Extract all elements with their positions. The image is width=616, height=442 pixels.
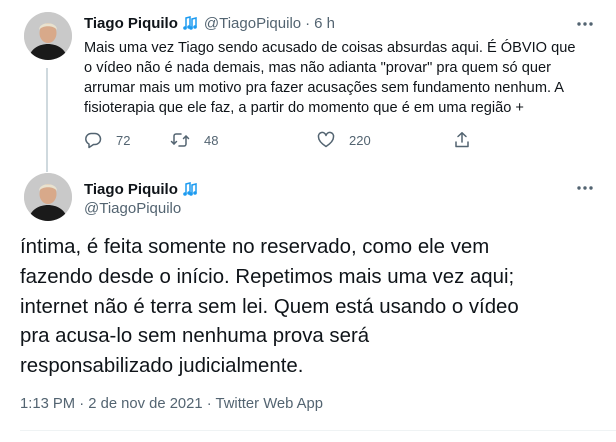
reply-button[interactable]: 72 [84, 131, 170, 149]
author-handle[interactable]: @TiagoPiquilo [84, 200, 181, 217]
reply-bubble-icon [85, 132, 102, 149]
tweet-time[interactable]: 6 h [314, 15, 335, 32]
tweet-timestamp-source[interactable]: 1:13 PM · 2 de nov de 2021 · Twitter Web… [20, 396, 323, 412]
tweet-text-line: arrumar mais um motivo pra fazer acusaçõ… [84, 80, 565, 96]
reply-count: 72 [116, 132, 131, 148]
tweet-text-line: responsabilizado judicialmente. [20, 355, 304, 378]
tweet-text-line: Mais uma vez Tiago sendo acusado de cois… [84, 40, 576, 56]
music-notes-icon [182, 180, 200, 198]
share-button[interactable] [453, 131, 471, 149]
more-horizontal-icon[interactable] [574, 178, 596, 198]
author-name[interactable]: Tiago Piquilo [84, 15, 178, 32]
tweet-text: Mais uma vez Tiago sendo acusado de cois… [84, 38, 599, 118]
tweet-text-line: internet não é terra sem lei. Quem está … [20, 295, 519, 318]
divider [20, 430, 616, 431]
retweet-button[interactable]: 48 [170, 131, 317, 149]
tweet-text-line: fazendo desde o início. Repetimos mais u… [20, 265, 515, 288]
tweet-first[interactable]: Tiago Piquilo @TiagoPiquilo · 6 h Mais u… [0, 0, 616, 172]
tweet-text: íntima, é feita somente no reservado, co… [20, 233, 605, 382]
tweet-text-line: o vídeo não é nada demais, mas não adian… [84, 60, 551, 76]
tweet-header: Tiago Piquilo [84, 180, 204, 198]
author-name[interactable]: Tiago Piquilo [84, 181, 178, 198]
tweet-actions: 72 48 220 [84, 130, 514, 150]
music-notes-icon [182, 14, 200, 32]
share-icon [455, 132, 469, 148]
tweet-text-line: pra acusa-lo sem nenhuma prova será [20, 325, 370, 348]
tweet-text-line: íntima, é feita somente no reservado, co… [20, 236, 490, 258]
avatar[interactable] [24, 12, 72, 60]
tweet-header: Tiago Piquilo @TiagoPiquilo · 6 h [84, 13, 335, 33]
retweet-count: 48 [204, 132, 219, 148]
thread-connector-line [46, 68, 48, 172]
author-handle[interactable]: @TiagoPiquilo [204, 15, 301, 32]
like-count: 220 [349, 132, 371, 148]
like-button[interactable]: 220 [317, 131, 453, 149]
more-horizontal-icon[interactable] [574, 14, 596, 34]
retweet-icon [170, 133, 190, 147]
tweet-text-line: fisioterapia que ele faz, a partir do mo… [84, 100, 524, 116]
avatar[interactable] [24, 173, 72, 221]
separator-dot: · [305, 14, 311, 32]
heart-icon [317, 131, 335, 148]
